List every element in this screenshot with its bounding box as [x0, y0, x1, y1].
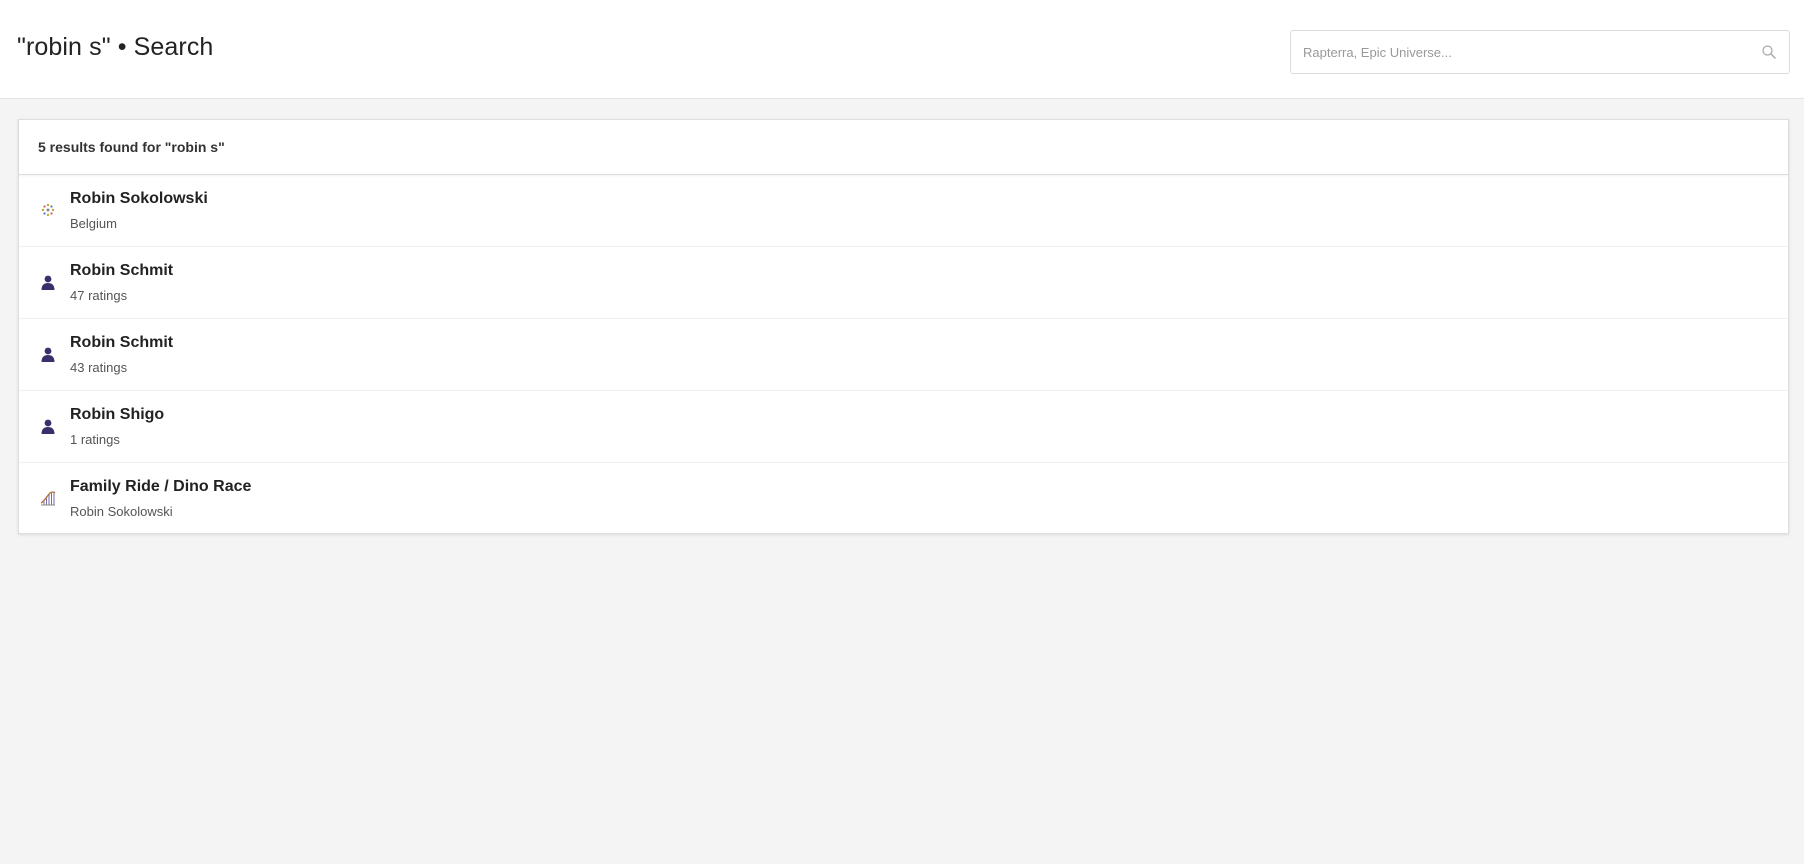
result-subtitle: 47 ratings [70, 288, 128, 303]
result-subtitle: 1 ratings [70, 432, 120, 447]
flag-icon [40, 202, 56, 218]
search-box[interactable] [1290, 30, 1790, 74]
result-title: Robin Schmit [70, 334, 174, 351]
search-icon[interactable] [1761, 44, 1777, 60]
results-header: 5 results found for "robin s" [19, 120, 1788, 175]
results-summary: 5 results found for "robin s" [38, 139, 225, 155]
search-input[interactable] [1291, 31, 1751, 73]
result-item[interactable]: Family Ride / Dino Race Robin Sokolowski [19, 463, 1788, 535]
result-item[interactable]: Robin Schmit 43 ratings [19, 319, 1788, 391]
result-item[interactable]: Robin Sokolowski Belgium [19, 175, 1788, 247]
result-title: Robin Shigo [70, 406, 165, 423]
result-title: Robin Sokolowski [70, 190, 208, 207]
result-subtitle: 43 ratings [70, 360, 128, 375]
user-icon [40, 418, 56, 434]
user-icon [40, 274, 56, 290]
result-title: Robin Schmit [70, 262, 174, 279]
coaster-icon [40, 490, 56, 506]
result-title: Family Ride / Dino Race [70, 478, 252, 495]
result-subtitle: Belgium [70, 216, 117, 231]
result-list: Robin Sokolowski Belgium Robin Schmit 47… [19, 175, 1788, 535]
result-item[interactable]: Robin Schmit 47 ratings [19, 247, 1788, 319]
user-icon [40, 346, 56, 362]
result-item[interactable]: Robin Shigo 1 ratings [19, 391, 1788, 463]
page-header: "robin s" • Search [0, 0, 1804, 99]
result-subtitle: Robin Sokolowski [70, 504, 173, 519]
results-card: 5 results found for "robin s" Robin Soko… [18, 119, 1789, 534]
page-title: "robin s" • Search [17, 33, 214, 61]
